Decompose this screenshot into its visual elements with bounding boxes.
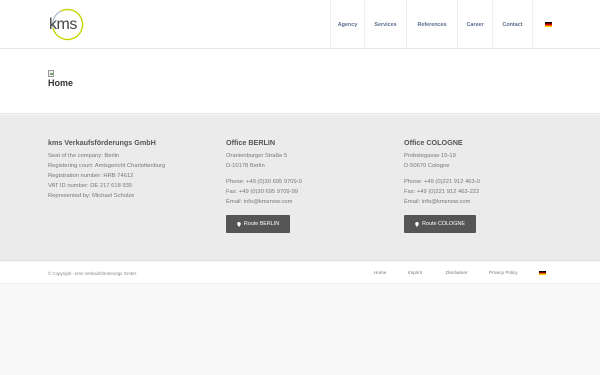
- cologne-street: Probstegasse 15-19: [404, 153, 456, 159]
- socket-link-privacy-policy[interactable]: Privacy Policy: [489, 270, 518, 275]
- company-vat: VAT ID number: DE 217 618 935: [48, 183, 133, 189]
- logo-text: kms: [49, 16, 77, 33]
- cologne-fax: Fax: +49 (0)221 912 463-222: [404, 189, 480, 195]
- socket-link-imprint[interactable]: Imprint: [408, 270, 422, 275]
- kms-logo[interactable]: kms: [47, 4, 87, 44]
- nav-item-contact[interactable]: Contact: [492, 0, 532, 49]
- nav-item-career[interactable]: Career: [457, 0, 492, 49]
- company-representative: Represented by: Michael Scholze: [48, 193, 135, 199]
- title-section: Home: [0, 49, 600, 114]
- nav-item-services[interactable]: Services: [364, 0, 406, 49]
- cologne-phone: Phone: +49 (0)221 912 463-0: [404, 179, 480, 185]
- nav-item-references[interactable]: References: [406, 0, 457, 49]
- socket-link-disclaimer[interactable]: Disclaimer: [446, 270, 467, 275]
- office-berlin-title: Office BERLIN: [226, 138, 276, 147]
- flag-de-icon: [545, 22, 552, 27]
- company-seat: Seat of the company: Berlin: [48, 153, 120, 159]
- company-registration: Registration number: HRB 74612: [48, 173, 134, 179]
- footer-widgets: kms Verkaufsförderungs GmbH Seat of the …: [0, 115, 600, 261]
- berlin-street: Oranienburger Straße 5: [226, 153, 288, 159]
- page-title: Home: [48, 78, 74, 88]
- map-pin-icon: [415, 221, 419, 227]
- map-pin-icon: [237, 221, 241, 227]
- broken-image-icon: [48, 70, 54, 77]
- flag-de-icon[interactable]: [539, 270, 546, 275]
- route-berlin-button[interactable]: Route BERLIN: [226, 215, 290, 233]
- footer-socket: © Copyright - kms Verkaufsförderungs Gmb…: [0, 262, 600, 284]
- office-cologne-title: Office COLOGNE: [404, 138, 463, 147]
- berlin-city: D-10178 Berlin: [226, 163, 265, 169]
- company-court: Registering court: Amtsgericht Charlotte…: [48, 163, 166, 169]
- berlin-phone: Phone: +49 (0)30 695 9709-0: [226, 179, 302, 185]
- cologne-email[interactable]: Email: info@kmsnow.com: [404, 199, 470, 205]
- cologne-city: D-50670 Cologne: [404, 163, 450, 169]
- route-cologne-button[interactable]: Route COLOGNE: [404, 215, 476, 233]
- company-title: kms Verkaufsförderungs GmbH: [48, 138, 156, 147]
- page-background: [0, 285, 600, 375]
- main-nav: Agency Services References Career Contac…: [330, 0, 564, 49]
- site-header: kms Agency Services References Career Co…: [0, 0, 600, 49]
- route-cologne-label: Route COLOGNE: [422, 221, 465, 227]
- copyright-text: © Copyright - kms Verkaufsförderungs Gmb…: [48, 271, 137, 276]
- nav-item-agency[interactable]: Agency: [330, 0, 364, 49]
- socket-link-home[interactable]: Home: [374, 270, 386, 275]
- berlin-email[interactable]: Email: info@kmsnow.com: [226, 199, 292, 205]
- language-switch[interactable]: [532, 0, 564, 49]
- route-berlin-label: Route BERLIN: [243, 221, 280, 227]
- berlin-fax: Fax: +49 (0)30 695 9709-99: [226, 189, 299, 195]
